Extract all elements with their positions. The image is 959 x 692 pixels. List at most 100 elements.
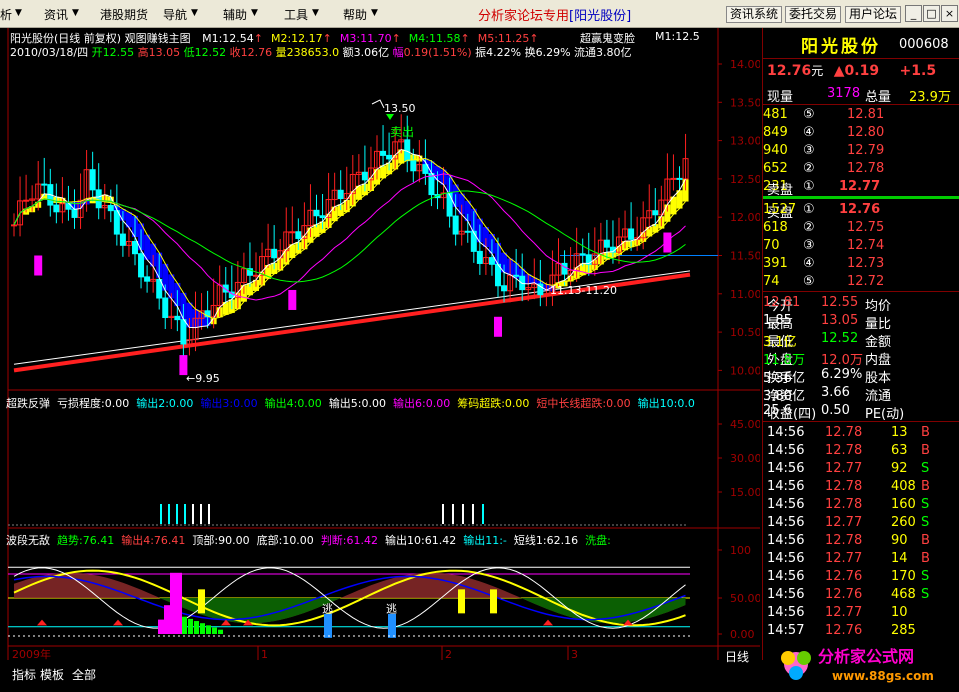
candle-body (446, 192, 453, 217)
candle-body (107, 204, 114, 212)
indicator3-bar (206, 625, 211, 634)
menu-item-1[interactable]: 资讯 (44, 6, 68, 23)
chart-indicator3-label-4: 底部:10.00 (256, 534, 314, 547)
menu-item-3[interactable]: 导航 (163, 6, 187, 23)
tick-row: 14:56 12.77 260 S (767, 515, 930, 530)
candle-body (174, 315, 181, 321)
candle-body (386, 154, 393, 160)
tick-row: 14:56 12.77 14 B (767, 551, 930, 566)
high-mark-pointer (371, 99, 385, 109)
bid-level-⑤: ⑤ 12.72 74 (763, 274, 885, 289)
candle-body (11, 224, 17, 227)
indicator3-bar (194, 621, 199, 634)
tick-row: 14:57 12.76 285 (767, 623, 916, 638)
candle-body (652, 210, 659, 216)
tab-all[interactable]: 全部 (72, 666, 96, 683)
indicator3-bar (182, 616, 187, 634)
candle-body (119, 233, 126, 246)
window-title: 分析家论坛专用[阳光股份] (478, 9, 632, 24)
candle-body (628, 228, 635, 240)
bid-level-②: ② 12.75 618 (763, 220, 885, 235)
indicator3-bar (212, 627, 217, 634)
menu-item-0[interactable]: 析 (0, 6, 12, 23)
high-mark-label: 13.50 (384, 102, 416, 115)
indicator-m1: M1:12.5 (655, 30, 700, 43)
current-price: 12.76 (767, 63, 812, 79)
minimize-button[interactable]: _ (905, 5, 922, 22)
chart-indicator3-label-6: 输出10:61.42 (385, 534, 457, 547)
bid-level-①: ① 12.76 1527 (763, 202, 881, 217)
indicator2-bar (482, 504, 484, 524)
signal-block (34, 255, 43, 276)
candle-body (53, 204, 60, 213)
chart-indicator3-label-7: 输出11:- (463, 534, 507, 547)
indicator3-bar (164, 605, 170, 634)
chart-indicator2-label-8: 短中长线超跌:0.00 (536, 397, 631, 410)
candle-body (410, 160, 417, 172)
period-label[interactable]: 日线 (725, 648, 749, 665)
menu-item-2[interactable]: 港股期货 (100, 6, 148, 23)
indicator2-bar (200, 504, 202, 524)
candle-body (603, 239, 610, 248)
x-axis-year: 2009年 (12, 647, 51, 660)
low-mark-label: ←9.95 (186, 372, 220, 385)
y-tick-label: 50.00 (730, 592, 760, 605)
chevron-down-icon: ▼ (72, 8, 79, 18)
tab-indicator[interactable]: 指标 (12, 666, 36, 683)
candle-body (113, 210, 120, 235)
buy-arrow-icon (543, 619, 553, 626)
candle-body (295, 231, 302, 239)
candle-body (23, 199, 30, 202)
candle-body (452, 215, 459, 235)
logo-text: 分析家公式网 (818, 647, 914, 666)
bid-level-④: ④ 12.73 391 (763, 256, 885, 271)
signal-block (663, 232, 672, 253)
candle-body (676, 177, 683, 180)
window-title-stock: [阳光股份] (569, 9, 632, 24)
y-tick-label: 45.00 (730, 418, 760, 431)
kline-chart-area[interactable]: 14.00 13.50 13.00 12.50 12.00 11.50 11.00 10.50… (0, 28, 760, 660)
trade-button[interactable]: 委托交易 (785, 6, 842, 23)
news-system-button[interactable]: 资讯系统 (726, 6, 783, 23)
candle-body (579, 253, 586, 256)
candle-body (253, 274, 259, 277)
candle-body (144, 276, 151, 282)
chart-canvas: 14.00 13.50 13.00 12.50 12.00 11.50 11.00 10.50… (7, 28, 760, 660)
stock-code: 000608 (899, 37, 949, 52)
tick-row: 14:56 12.78 160 S (767, 497, 930, 512)
bid-level-③: ③ 12.74 70 (763, 238, 885, 253)
y-tick-label: 10.00 (730, 364, 760, 377)
candle-body (319, 215, 326, 219)
menu-item-4[interactable]: 辅助 (223, 6, 247, 23)
chart-indicator3-label-9: 洗盘: (585, 534, 611, 547)
stat-row-4: 换手 6.29% 股本 5.36亿 (763, 367, 892, 386)
chart-indicator3-label-1: 趋势:76.41 (57, 534, 115, 547)
indicator2-bar (472, 504, 474, 524)
menu-item-6[interactable]: 帮助 (343, 6, 367, 23)
maximize-button[interactable]: □ (923, 5, 940, 22)
indicator2-bar (442, 504, 444, 524)
tick-row: 14:56 12.78 408 B (767, 479, 930, 494)
chart-indicator3-label-3: 顶部:90.00 (192, 534, 250, 547)
menu-item-5[interactable]: 工具 (284, 6, 308, 23)
sell-arrow-icon (386, 114, 394, 120)
candle-body (361, 171, 368, 181)
chevron-down-icon: ▼ (371, 8, 378, 18)
chart-header-2: 2010/03/18/四 开12.55 高13.05 低12.52 收12.76… (10, 46, 632, 59)
tab-template[interactable]: 模板 (40, 666, 64, 683)
indicator3-bar (158, 619, 164, 634)
quote-panel: 阳光股份 000608 12.76元 ▲0.19 +1.5 现量 3178 总量… (762, 28, 959, 660)
buy-arrow-icon (113, 619, 123, 626)
indicator3-header: 波段无敌 趋势:76.41 输出4:76.41 顶部:90.00 底部:10.00 判断:… (6, 532, 618, 548)
candle-body (543, 293, 550, 296)
price-change-pct: +1.5 (899, 63, 937, 79)
forum-button[interactable]: 用户论坛 (845, 6, 902, 23)
price-change: ▲0.19 (833, 63, 880, 79)
candle-body (380, 150, 387, 156)
buy-arrow-icon (37, 619, 47, 626)
y-tick-label: 12.00 (730, 211, 760, 224)
chart-indicator2-label-3: 输出3:0.00 (200, 397, 258, 410)
close-button[interactable]: × (941, 5, 958, 22)
tick-row: 14:56 12.78 63 B (767, 443, 930, 458)
chart-indicator2-label-9: 输出10:0.0 (637, 397, 695, 410)
